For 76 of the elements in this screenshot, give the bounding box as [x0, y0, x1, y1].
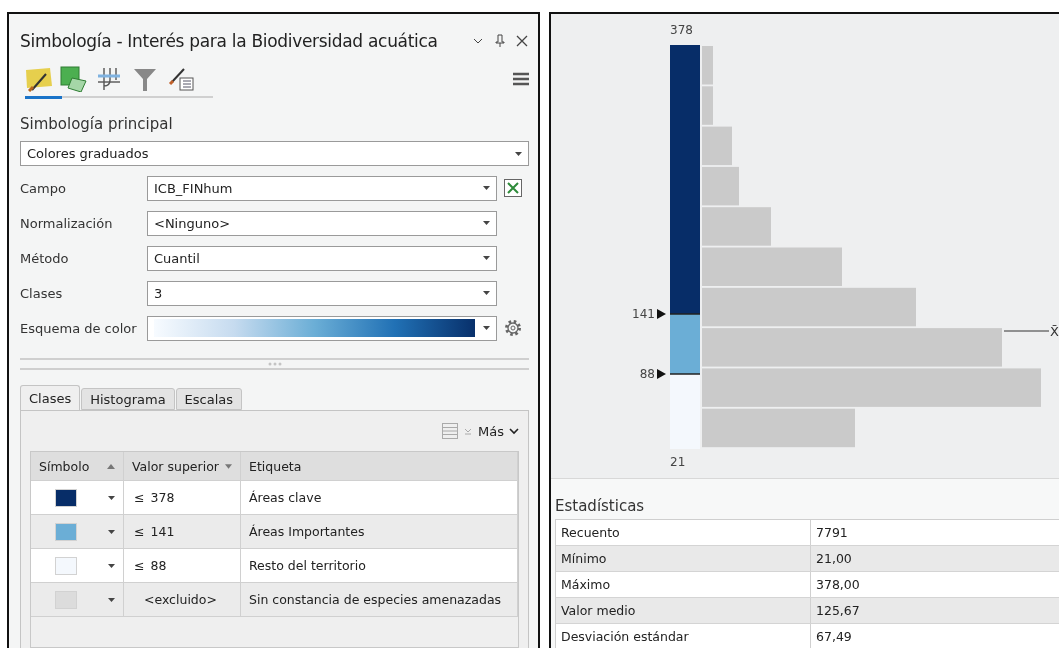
- value-cell: ≤ 141: [124, 515, 241, 548]
- field-dropdown[interactable]: 3: [147, 280, 497, 306]
- symbol-swatch[interactable]: [55, 590, 77, 609]
- symbol-swatch[interactable]: [55, 488, 77, 507]
- tab[interactable]: Escalas: [175, 388, 243, 410]
- field-label: Campo: [20, 180, 67, 196]
- stat-value: 378,00: [811, 572, 1059, 597]
- dropdown-caret-icon: [483, 326, 490, 330]
- field-label: Normalización: [20, 215, 114, 231]
- dropdown-caret-icon: [483, 256, 490, 260]
- filter-icon: [132, 66, 158, 92]
- symbol-swatch[interactable]: [55, 522, 77, 541]
- mean-label: X̄: [1050, 324, 1059, 339]
- close-icon[interactable]: [515, 34, 529, 48]
- brush-list-icon: [168, 66, 196, 92]
- color-ramp-dropdown[interactable]: [147, 315, 497, 341]
- field-label: Clases: [20, 285, 64, 301]
- dropdown-caret-icon: [483, 291, 490, 295]
- tab[interactable]: Clases: [20, 385, 81, 410]
- value-cell: <excluido>: [124, 583, 241, 616]
- stat-value: 125,67: [811, 598, 1059, 623]
- layers-icon: [60, 66, 88, 92]
- stat-name: Recuento: [556, 520, 811, 545]
- label-cell: Áreas Importantes: [241, 515, 518, 548]
- histogram-bar: [702, 46, 713, 85]
- more-button[interactable]: Más: [478, 423, 519, 439]
- stat-name: Desviación estándar: [556, 624, 811, 648]
- dropdown-caret-icon: [483, 221, 490, 225]
- break-value-label: 88: [639, 367, 655, 381]
- field-dropdown[interactable]: ICB_FINhum: [147, 175, 497, 201]
- field-label: Esquema de color: [20, 320, 138, 336]
- section-title: Simbología principal: [20, 115, 174, 133]
- field-label: Método: [20, 250, 70, 266]
- break-value-label: 141: [632, 307, 655, 321]
- axis-max-label: 378: [670, 23, 693, 37]
- column-header[interactable]: Símbolo: [31, 452, 124, 480]
- break-handle-icon[interactable]: [657, 309, 666, 319]
- dropdown-caret-icon: [108, 495, 115, 500]
- settings-icon[interactable]: [503, 318, 523, 338]
- sort-ascending-icon: [107, 463, 115, 469]
- splitter-handle[interactable]: [20, 358, 529, 370]
- break-handle-icon[interactable]: [657, 369, 666, 379]
- stat-name: Máximo: [556, 572, 811, 597]
- menu-icon[interactable]: [513, 72, 529, 86]
- sort-descending-icon: [224, 463, 232, 469]
- stat-name: Mínimo: [556, 546, 811, 571]
- label-cell: Resto del territorio: [241, 549, 518, 582]
- symbol-swatch[interactable]: [55, 556, 77, 575]
- label-cell: Sin constancia de especies amenazadas: [241, 583, 518, 616]
- mean-line: [1003, 330, 1050, 332]
- tab[interactable]: Histograma: [81, 388, 175, 410]
- value-cell: ≤ 378: [124, 481, 241, 514]
- paintbrush-icon: [24, 66, 54, 92]
- field-dropdown[interactable]: <Ninguno>: [147, 210, 497, 236]
- chevron-down-icon: [509, 427, 519, 435]
- column-header[interactable]: Valor superior: [124, 452, 241, 480]
- renderer-dropdown[interactable]: Colores graduados: [20, 141, 529, 166]
- dropdown-caret-icon: [108, 529, 115, 534]
- value-cell: ≤ 88: [124, 549, 241, 582]
- field-dropdown[interactable]: Cuantil: [147, 245, 497, 271]
- stat-value: 7791: [811, 520, 1059, 545]
- stat-name: Valor medio: [556, 598, 811, 623]
- statistics-title: Estadísticas: [555, 497, 646, 515]
- stat-value: 21,00: [811, 546, 1059, 571]
- stat-value: 67,49: [811, 624, 1059, 648]
- dropdown-caret-icon: [108, 597, 115, 602]
- dropdown-caret-icon: [483, 186, 490, 190]
- pin-icon[interactable]: [493, 34, 507, 48]
- column-header[interactable]: Etiqueta: [241, 452, 518, 480]
- dropdown-caret-icon: [108, 563, 115, 568]
- dropdown-caret-icon: [515, 151, 522, 156]
- label-cell: Áreas clave: [241, 481, 518, 514]
- expression-icon[interactable]: [504, 179, 522, 197]
- grid-lines-icon: [96, 66, 122, 92]
- axis-min-label: 21: [670, 455, 686, 469]
- panel-title: Simbología - Interés para la Biodiversidad acuática: [20, 31, 439, 51]
